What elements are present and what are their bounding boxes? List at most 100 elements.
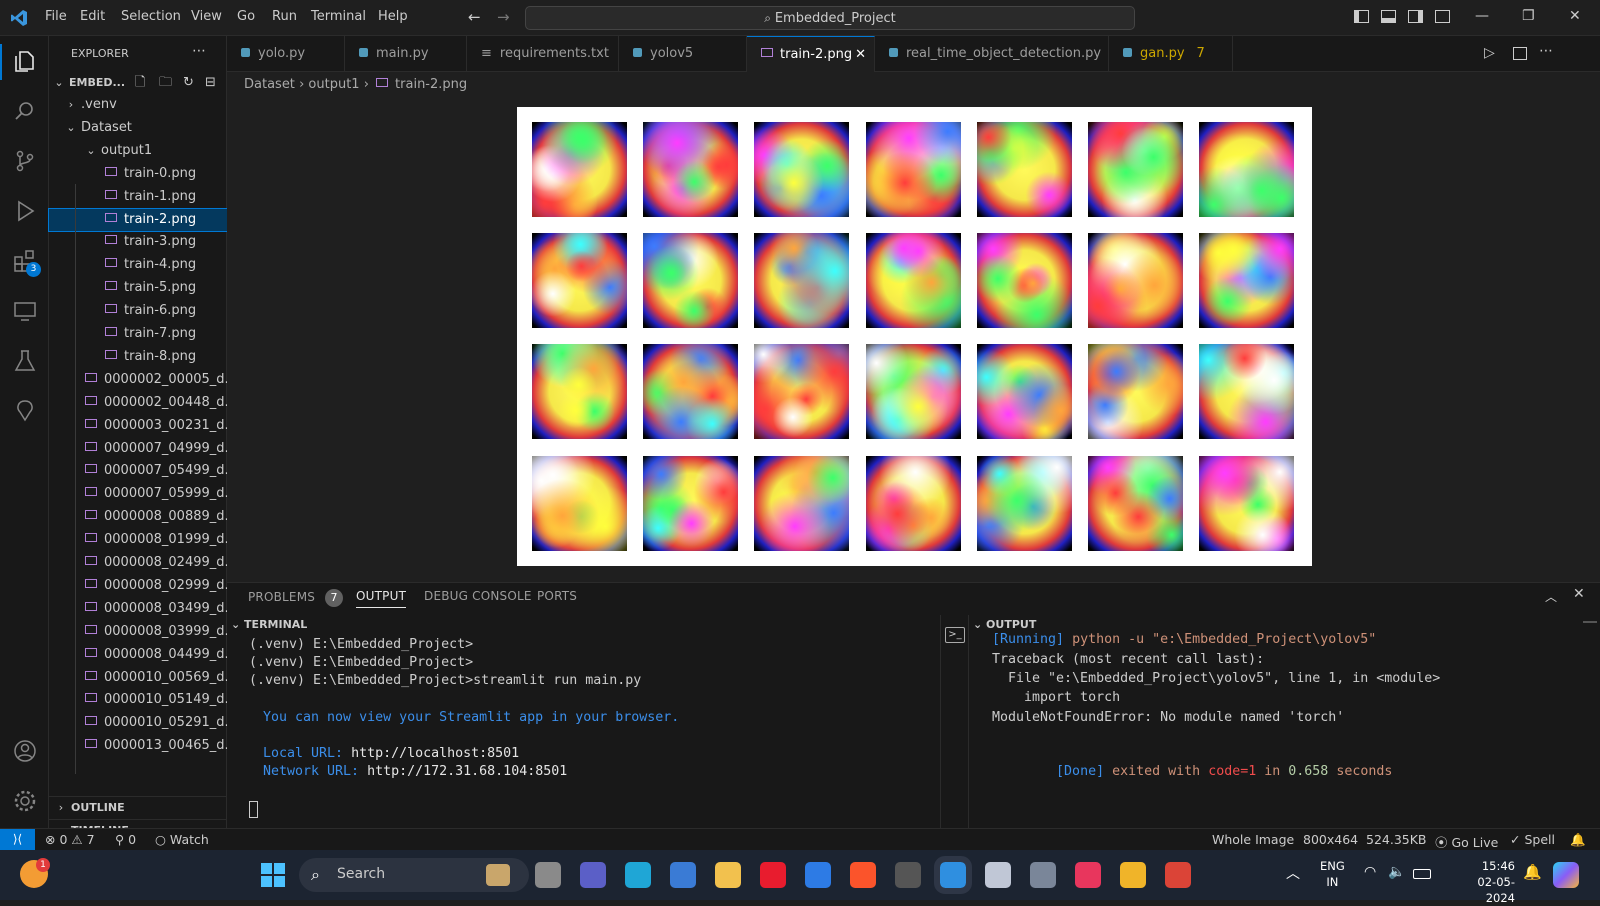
breadcrumb-item[interactable]: output1 xyxy=(308,77,359,92)
app-icon[interactable] xyxy=(1075,862,1101,888)
calculator-icon[interactable] xyxy=(670,862,696,888)
menu-view[interactable]: View xyxy=(191,9,222,24)
breadcrumb-item[interactable]: train-2.png xyxy=(395,77,467,92)
edge-icon[interactable] xyxy=(625,862,651,888)
explorer-more-icon[interactable]: ⋯ xyxy=(192,43,206,59)
close-panel-icon[interactable]: ✕ xyxy=(1573,586,1585,602)
notifications-bell-icon[interactable]: 🔔 xyxy=(1570,832,1586,848)
teams-icon[interactable] xyxy=(580,862,606,888)
ports-status[interactable]: ⚲ 0 xyxy=(115,832,136,847)
watch-status[interactable]: ○ Watch xyxy=(155,832,209,847)
show-hidden-icons-chevron-icon[interactable]: ︿ xyxy=(1286,863,1300,883)
folder-item[interactable]: › .venv xyxy=(49,94,227,116)
menu-help[interactable]: Help xyxy=(378,9,408,24)
opera-icon[interactable] xyxy=(760,862,786,888)
terminal-header[interactable]: ⌄ TERMINAL xyxy=(231,618,307,631)
battery-icon[interactable] xyxy=(1413,869,1431,879)
menu-file[interactable]: File xyxy=(45,9,67,24)
settings-gear-icon[interactable] xyxy=(12,788,38,814)
vscode-taskbar-icon[interactable] xyxy=(934,856,972,894)
tab-output[interactable]: OUTPUT xyxy=(356,589,407,608)
tab-main-py[interactable]: main.py xyxy=(345,36,467,72)
network-url-link[interactable]: http://172.31.68.104:8501 xyxy=(367,764,567,779)
menu-selection[interactable]: Selection xyxy=(121,9,181,24)
close-tab-icon[interactable]: ✕ xyxy=(855,37,866,73)
tab-debug-console[interactable]: DEBUG CONSOLE xyxy=(424,589,532,603)
nav-forward-icon[interactable]: → xyxy=(497,8,510,26)
task-view-icon[interactable] xyxy=(535,862,561,888)
menu-terminal[interactable]: Terminal xyxy=(311,9,366,24)
bluetooth-icon[interactable] xyxy=(805,862,831,888)
refresh-icon[interactable]: ↻ xyxy=(183,72,194,94)
tab-yolo-py[interactable]: yolo.py xyxy=(227,36,345,72)
toggle-panel-icon[interactable] xyxy=(1381,10,1396,23)
toggle-primary-sidebar-icon[interactable] xyxy=(1354,10,1369,23)
snipping-tool-icon[interactable] xyxy=(985,862,1011,888)
split-editor-icon[interactable] xyxy=(1513,47,1527,60)
file-explorer-icon[interactable] xyxy=(715,862,741,888)
tab-train-2-png[interactable]: train-2.png ✕ xyxy=(747,36,875,72)
more-actions-icon[interactable]: ⋯ xyxy=(1539,43,1553,59)
remote-indicator[interactable]: ⟩⟨ xyxy=(0,829,35,850)
tab-real-time-object-detection-py[interactable]: real_time_object_detection.py xyxy=(875,36,1109,72)
output-view[interactable]: ⌄ OUTPUT [Running] python -u "e:\Embedde… xyxy=(968,615,1600,829)
image-zoom-status[interactable]: Whole Image xyxy=(1212,832,1294,847)
notification-center-icon[interactable]: 🔔 xyxy=(1523,863,1542,881)
maximize-panel-icon[interactable]: ︿ xyxy=(1545,588,1557,605)
new-file-icon[interactable]: 🗋 xyxy=(135,72,145,94)
start-button-icon[interactable] xyxy=(261,863,285,887)
language-indicator[interactable]: ENG IN xyxy=(1320,858,1345,890)
command-center[interactable]: ⌕ Embedded_Project xyxy=(525,6,1135,30)
breadcrumb-item[interactable]: Dataset xyxy=(244,77,295,92)
account-icon[interactable] xyxy=(12,738,38,764)
tab-yolov5[interactable]: yolov5 xyxy=(619,36,747,72)
volume-icon[interactable]: 🔈 xyxy=(1388,864,1405,880)
tab-ports[interactable]: PORTS xyxy=(537,589,577,603)
section-outline[interactable]: › OUTLINE xyxy=(49,796,227,818)
search-icon[interactable] xyxy=(12,98,38,124)
problems-status[interactable]: ⊗ 0 ⚠ 7 xyxy=(45,832,95,847)
restore-icon[interactable]: ❐ xyxy=(1522,8,1535,24)
tab-requirements-txt[interactable]: ≡ requirements.txt xyxy=(467,36,619,72)
project-root[interactable]: ⌄ EMBED... 🗋 🗀 ↻ ⊟ xyxy=(49,72,227,94)
clock[interactable]: 15:46 02-05-2024 xyxy=(1455,858,1515,906)
file-item[interactable]: train-0.png xyxy=(49,163,227,185)
output-scrollbar[interactable] xyxy=(1583,621,1597,623)
toggle-secondary-sidebar-icon[interactable] xyxy=(1408,10,1423,23)
chrome-icon[interactable] xyxy=(1120,862,1146,888)
tab-gan-py[interactable]: gan.py 7 xyxy=(1109,36,1233,72)
gitlens-icon[interactable] xyxy=(12,398,38,424)
menu-run[interactable]: Run xyxy=(272,9,297,24)
extensions-icon[interactable]: 3 xyxy=(12,248,41,277)
source-control-icon[interactable] xyxy=(12,148,38,174)
minimize-icon[interactable]: — xyxy=(1475,8,1489,24)
local-url-link[interactable]: http://localhost:8501 xyxy=(351,746,519,761)
spell-check-button[interactable]: ✓ Spell xyxy=(1510,832,1555,847)
nav-back-icon[interactable]: ← xyxy=(468,8,481,26)
run-debug-icon[interactable] xyxy=(12,198,38,224)
go-live-button[interactable]: ⦿ Go Live xyxy=(1435,832,1498,851)
menu-go[interactable]: Go xyxy=(237,9,255,24)
folder-item[interactable]: ⌄ Dataset xyxy=(49,117,227,139)
dell-icon[interactable] xyxy=(895,862,921,888)
copilot-icon[interactable] xyxy=(1553,862,1579,888)
terminal-view[interactable]: ⌄ TERMINAL (.venv) E:\Embedded_Project> … xyxy=(227,615,941,829)
remote-explorer-icon[interactable] xyxy=(12,298,38,324)
generated-image-grid[interactable] xyxy=(517,107,1312,566)
tab-problems[interactable]: PROBLEMS 7 xyxy=(248,589,344,607)
wifi-icon[interactable]: ◠ xyxy=(1364,864,1376,880)
taskbar-search-box[interactable]: ⌕ Search xyxy=(299,858,529,892)
close-window-icon[interactable]: ✕ xyxy=(1569,8,1581,24)
menu-edit[interactable]: Edit xyxy=(80,9,105,24)
output-header[interactable]: ⌄ OUTPUT xyxy=(973,618,1036,631)
run-file-icon[interactable]: ▷ xyxy=(1484,45,1495,61)
brave-icon[interactable] xyxy=(850,862,876,888)
settings-icon[interactable] xyxy=(1030,862,1056,888)
explorer-icon[interactable] xyxy=(12,48,38,74)
collapse-all-icon[interactable]: ⊟ xyxy=(205,72,216,94)
chrome-profile-icon[interactable] xyxy=(1165,862,1191,888)
terminal-list-icon[interactable]: >_ xyxy=(945,627,965,643)
customize-layout-icon[interactable] xyxy=(1435,10,1450,23)
testing-icon[interactable] xyxy=(12,348,38,374)
new-folder-icon[interactable]: 🗀 xyxy=(159,72,172,94)
